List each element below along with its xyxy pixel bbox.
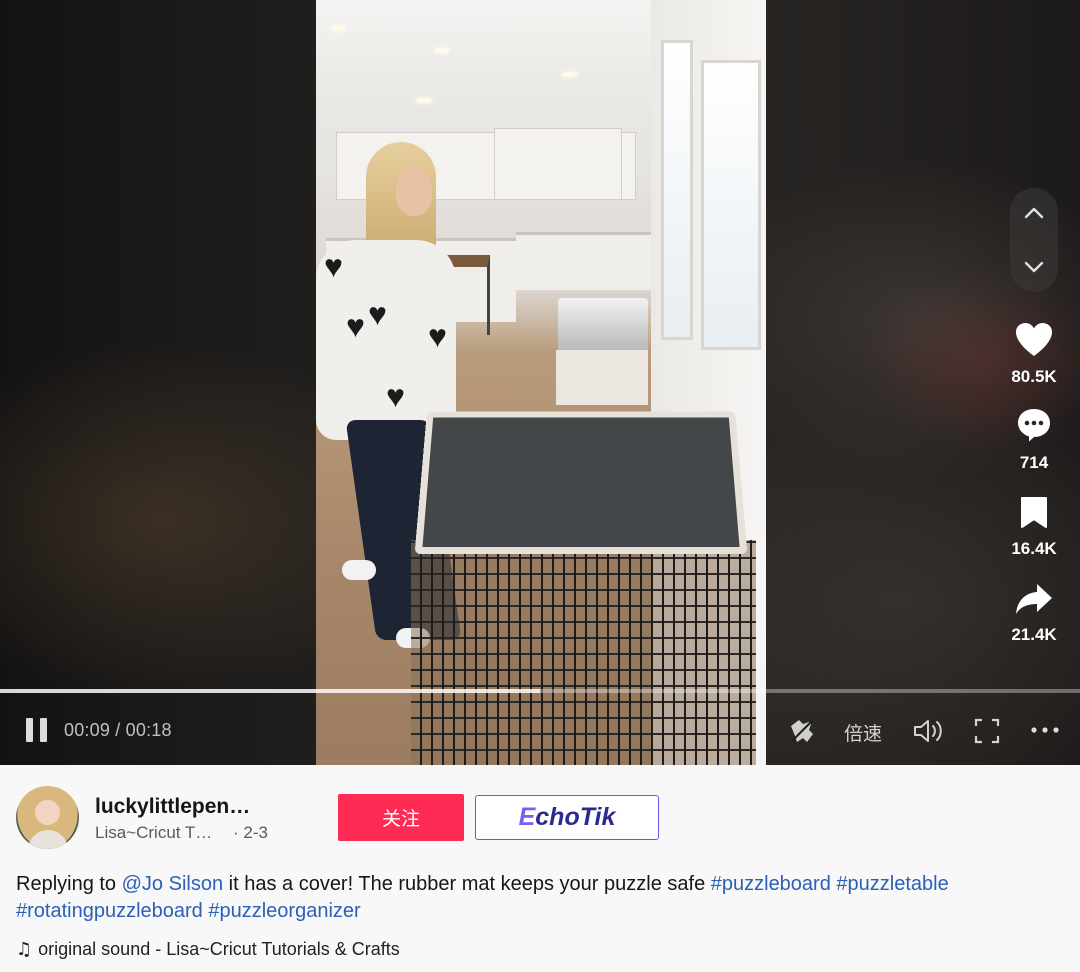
scene-shoe [342, 560, 376, 580]
scene-cabinet-upper [494, 128, 622, 200]
scene-counter [516, 232, 651, 290]
comment-icon [1018, 409, 1050, 442]
pause-button[interactable] [26, 718, 48, 742]
video-frame[interactable]: ♥ ♥ ♥ ♥ ♥ [316, 0, 766, 765]
echotik-label: choTik [535, 803, 616, 831]
video-description: Replying to @Jo Silson it has a cover! T… [16, 871, 1066, 925]
pause-icon-bar [26, 718, 33, 742]
description-prefix: Replying to [16, 873, 122, 895]
pause-icon-bar [40, 718, 47, 742]
progress-fill [0, 689, 540, 693]
chevron-up-icon[interactable] [1024, 206, 1044, 220]
save-count: 16.4K [1011, 539, 1057, 558]
sound-link[interactable]: ♫ original sound - Lisa~Cricut Tutorials … [16, 939, 400, 960]
echotik-button[interactable]: EchoTik [475, 795, 659, 840]
video-player[interactable]: ♥ ♥ ♥ ♥ ♥ 80.5K 714 16.4K 21.4K 00:09 / … [0, 0, 1080, 765]
scene-person-face [396, 168, 432, 216]
hashtag-link[interactable]: #puzzletable [836, 873, 948, 895]
fullscreen-icon[interactable] [974, 718, 1000, 744]
share-button[interactable]: 21.4K [1000, 582, 1068, 645]
video-info-panel: luckylittlepen… Lisa~Cricut T… · 2-3 关注 … [0, 765, 1080, 972]
scene-puzzle-mat [414, 411, 748, 555]
username[interactable]: luckylittlepen… [95, 795, 250, 819]
hashtag-link[interactable]: #puzzleboard [711, 873, 831, 895]
comment-count: 714 [1019, 453, 1049, 472]
follow-button[interactable]: 关注 [338, 794, 464, 841]
like-button[interactable]: 80.5K [1000, 322, 1068, 387]
comment-button[interactable]: 714 [1000, 406, 1068, 473]
share-count: 21.4K [1011, 625, 1057, 644]
scene-dog-crate [411, 540, 756, 765]
sound-title: original sound - Lisa~Cricut Tutorials &… [38, 939, 400, 959]
description-text: it has a cover! The rubber mat keeps you… [223, 873, 711, 895]
scene-press-machine [558, 298, 648, 353]
share-arrow-icon [1016, 584, 1052, 614]
echotik-logo-e: E [518, 803, 536, 831]
like-count: 80.5K [1011, 367, 1057, 386]
nickname[interactable]: Lisa~Cricut T… [95, 823, 212, 843]
scene-sweater: ♥ ♥ ♥ ♥ ♥ [316, 240, 456, 440]
nav-pill [1010, 188, 1058, 292]
time-separator: / [115, 720, 126, 740]
total-time: 00:18 [125, 720, 172, 740]
avatar[interactable] [16, 786, 79, 849]
current-time: 00:09 [64, 720, 111, 740]
scene-stand [556, 350, 648, 405]
more-icon[interactable] [1030, 726, 1060, 734]
save-button[interactable]: 16.4K [1000, 496, 1068, 559]
time-display: 00:09 / 00:18 [64, 720, 172, 741]
progress-bar[interactable] [0, 689, 1080, 693]
mention-link[interactable]: @Jo Silson [122, 873, 223, 895]
music-note-icon: ♫ [16, 939, 33, 960]
post-date: · 2-3 [233, 823, 268, 842]
chevron-down-icon[interactable] [1024, 260, 1044, 274]
hashtag-link[interactable]: #rotatingpuzzleboard [16, 900, 203, 922]
bookmark-icon [1021, 497, 1047, 528]
hashtag-link[interactable]: #puzzleorganizer [208, 900, 360, 922]
heart-icon [1016, 323, 1052, 356]
mini-player-icon[interactable] [789, 718, 815, 744]
speed-button[interactable]: 倍速 [844, 719, 882, 746]
volume-icon[interactable] [913, 718, 945, 744]
